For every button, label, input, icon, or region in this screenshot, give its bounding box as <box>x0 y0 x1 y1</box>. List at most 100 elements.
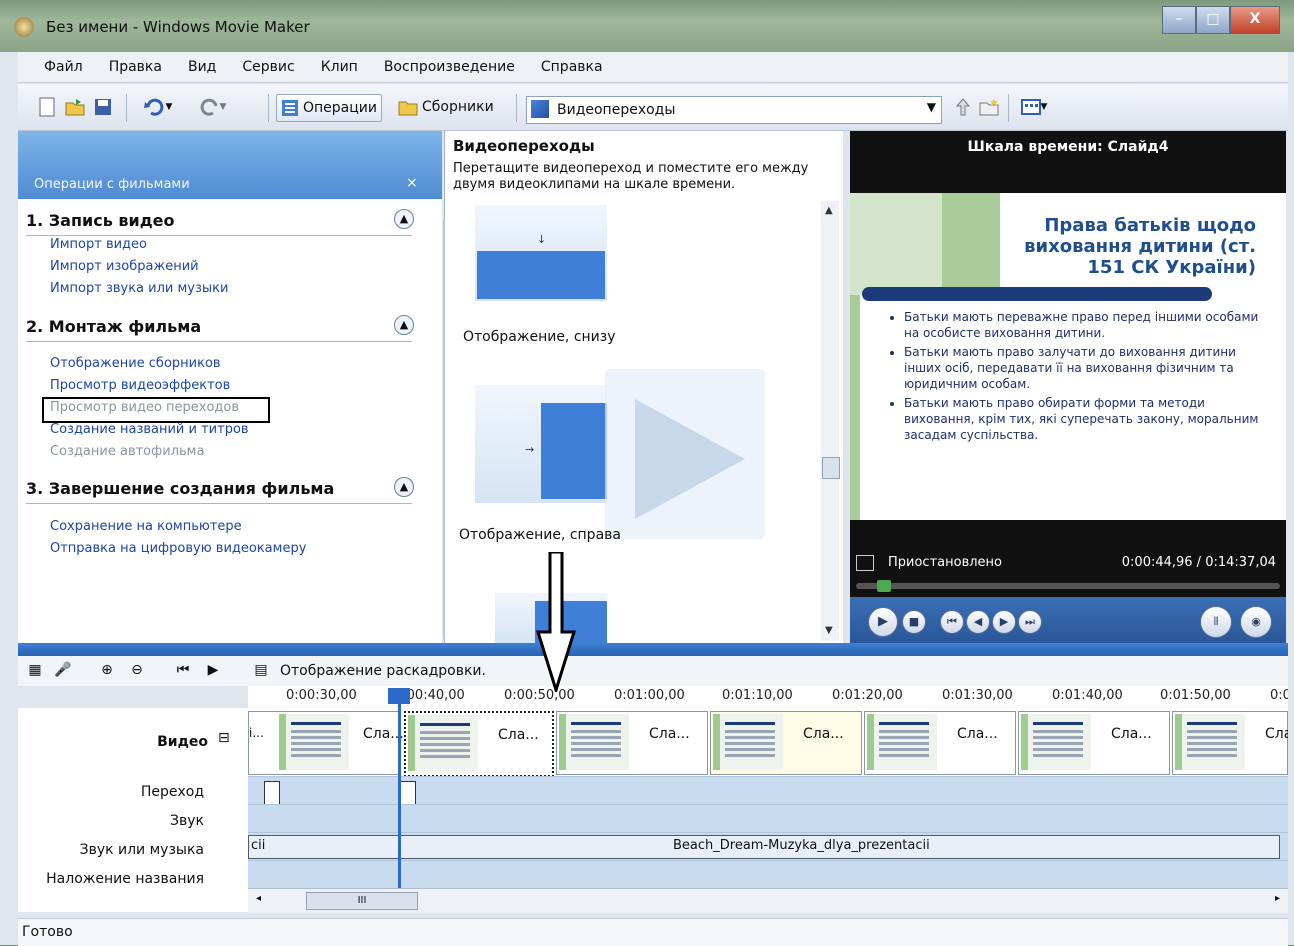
task-import-images[interactable]: Импорт изображений <box>50 259 199 274</box>
operations-button[interactable]: Операции <box>276 94 382 122</box>
scroll-up-icon[interactable]: ▲ <box>825 205 833 216</box>
task-automovie[interactable]: Создание автофильма <box>50 444 204 459</box>
scroll-thumb[interactable] <box>822 457 840 479</box>
transition-tile-reveal-right[interactable]: → <box>475 385 607 503</box>
scroll-down-icon[interactable]: ▼ <box>825 625 833 636</box>
seek-knob[interactable] <box>876 580 891 592</box>
task-import-audio[interactable]: Импорт звука или музыки <box>50 281 228 296</box>
transition-label: Отображение, снизу <box>463 329 616 345</box>
scroll-right-icon[interactable]: ▸ <box>1275 893 1280 904</box>
track-label-audio: Звук <box>170 813 204 829</box>
menu-view[interactable]: Вид <box>188 59 216 75</box>
music-clip-label: Beach_Dream-Muzyka_dlya_prezentacii <box>673 838 930 853</box>
section-finish[interactable]: 3. Завершение создания фильма ▲ <box>26 477 414 504</box>
zoom-in-icon[interactable]: ⊕ <box>98 662 116 680</box>
task-make-titles[interactable]: Создание названий и титров <box>50 422 249 437</box>
play-icon[interactable]: ▶ <box>868 607 898 637</box>
tasks-header-label: Операции с фильмами <box>34 177 190 192</box>
rewind-icon[interactable]: ◀ <box>966 610 990 634</box>
collapse-icon[interactable]: ▲ <box>394 209 414 229</box>
task-show-collections[interactable]: Отображение сборников <box>50 356 221 371</box>
video-clip-selected[interactable]: Сла... <box>404 711 554 777</box>
rewind-timeline-icon[interactable]: ⏮ <box>174 662 192 680</box>
close-button[interactable]: X <box>1230 6 1280 34</box>
show-storyboard-button[interactable]: Отображение раскадровки. <box>280 663 486 679</box>
menu-file[interactable]: Файл <box>44 59 83 75</box>
new-icon[interactable] <box>36 94 58 120</box>
view-icon[interactable]: ▼ <box>1016 94 1052 120</box>
maximize-button[interactable]: □ <box>1196 6 1230 34</box>
music-clip[interactable]: cii Beach_Dream-Muzyka_dlya_prezentacii <box>248 835 1280 859</box>
collapse-track-icon[interactable]: ⊟ <box>218 730 230 746</box>
stop-icon[interactable]: ■ <box>902 610 926 634</box>
ruler-label: 0:01:40,00 <box>1052 688 1123 703</box>
timeline-toolbar: ▦ 🎤 ⊕ ⊖ ⏮ ▶ ▤ Отображение раскадровки. <box>18 656 1288 686</box>
menu-clip[interactable]: Клип <box>321 59 358 75</box>
folder-icon <box>398 101 418 116</box>
fullscreen-icon[interactable] <box>856 555 874 571</box>
open-icon[interactable] <box>64 94 86 120</box>
section-edit[interactable]: 2. Монтаж фильма ▲ <box>26 315 414 342</box>
collection-select[interactable]: Видеопереходы ▼ <box>526 96 942 124</box>
snapshot-icon[interactable]: ◉ <box>1240 606 1272 638</box>
transition-track[interactable] <box>248 776 1288 805</box>
tasks-close-icon[interactable]: × <box>406 175 418 191</box>
scroll-left-icon[interactable]: ◂ <box>256 893 261 904</box>
collapse-icon[interactable]: ▲ <box>394 477 414 497</box>
collection-select-value: Видеопереходы <box>557 102 676 118</box>
status-text: Готово <box>22 924 73 940</box>
redo-icon[interactable]: ▼ <box>192 94 232 120</box>
undo-icon[interactable]: ▼ <box>138 94 178 120</box>
music-track[interactable]: cii Beach_Dream-Muzyka_dlya_prezentacii <box>248 832 1288 861</box>
forward-icon[interactable]: ▶ <box>992 610 1016 634</box>
collection-scrollbar[interactable]: ▲ ▼ <box>821 201 840 641</box>
menu-help[interactable]: Справка <box>541 59 603 75</box>
split-clip-icon[interactable]: ⫴ <box>1200 606 1232 638</box>
zoom-out-icon[interactable]: ⊖ <box>128 662 146 680</box>
timeline-scrollbar[interactable]: ◂ III ▸ <box>248 888 1288 913</box>
save-icon[interactable] <box>92 94 114 120</box>
menu-playback[interactable]: Воспроизведение <box>384 59 515 75</box>
previous-frame-icon[interactable]: ⏮ <box>940 610 964 634</box>
minimize-button[interactable]: – <box>1162 6 1196 34</box>
menu-tools[interactable]: Сервис <box>242 59 294 75</box>
new-folder-icon[interactable] <box>978 94 1000 120</box>
preview-status-row: Приостановлено 0:00:44,96 / 0:14:37,04 <box>850 551 1286 575</box>
collections-label: Сборники <box>422 99 494 115</box>
task-view-effects[interactable]: Просмотр видеоэффектов <box>50 378 230 393</box>
video-clip[interactable]: Сла... <box>1172 711 1288 775</box>
clip-label: Сла... <box>1265 726 1288 742</box>
next-frame-icon[interactable]: ⏭ <box>1018 610 1042 634</box>
scroll-thumb[interactable]: III <box>306 892 418 910</box>
transition-tile-reveal-down[interactable]: ↓ <box>475 205 607 301</box>
storyboard-icon[interactable]: ▤ <box>252 662 270 680</box>
music-clip-prefix: cii <box>251 838 266 853</box>
transition-slot[interactable] <box>400 781 416 805</box>
set-audio-levels-icon[interactable]: ▦ <box>26 662 44 680</box>
menu-edit[interactable]: Правка <box>109 59 162 75</box>
transition-slot[interactable] <box>264 781 280 805</box>
collapse-icon[interactable]: ▲ <box>394 315 414 335</box>
task-view-transitions[interactable]: Просмотр видео переходов <box>50 400 239 415</box>
up-folder-icon[interactable] <box>952 94 974 120</box>
task-save-to-computer[interactable]: Сохранение на компьютере <box>50 519 242 534</box>
task-import-video[interactable]: Импорт видео <box>50 237 147 252</box>
timeline-tracks: i... Сла... Сла... Сла... Сла... Сла... <box>248 708 1288 888</box>
title-overlay-track[interactable] <box>248 860 1288 888</box>
seek-bar[interactable] <box>856 580 1280 592</box>
video-clip[interactable]: i... Сла... <box>248 711 404 775</box>
task-send-to-camera[interactable]: Отправка на цифровую видеокамеру <box>50 541 306 556</box>
playback-controls: ▶ ■ ⏮ ◀ ▶ ⏭ ⫴ ◉ <box>850 597 1286 643</box>
video-clip[interactable]: Сла... <box>864 711 1016 775</box>
video-clip[interactable]: Сла... <box>556 711 708 775</box>
playhead[interactable] <box>388 688 410 888</box>
transition-label: Отображение, справа <box>459 527 621 543</box>
narrate-icon[interactable]: 🎤 <box>54 662 72 680</box>
video-clip[interactable]: Сла... <box>1018 711 1170 775</box>
section-capture[interactable]: 1. Запись видео ▲ <box>26 209 414 236</box>
play-timeline-icon[interactable]: ▶ <box>204 662 222 680</box>
collections-button[interactable]: Сборники <box>398 94 494 120</box>
video-clip[interactable]: Сла... <box>710 711 862 775</box>
audio-track[interactable] <box>248 804 1288 833</box>
title-bar: Без имени - Windows Movie Maker – □ X <box>0 0 1294 52</box>
